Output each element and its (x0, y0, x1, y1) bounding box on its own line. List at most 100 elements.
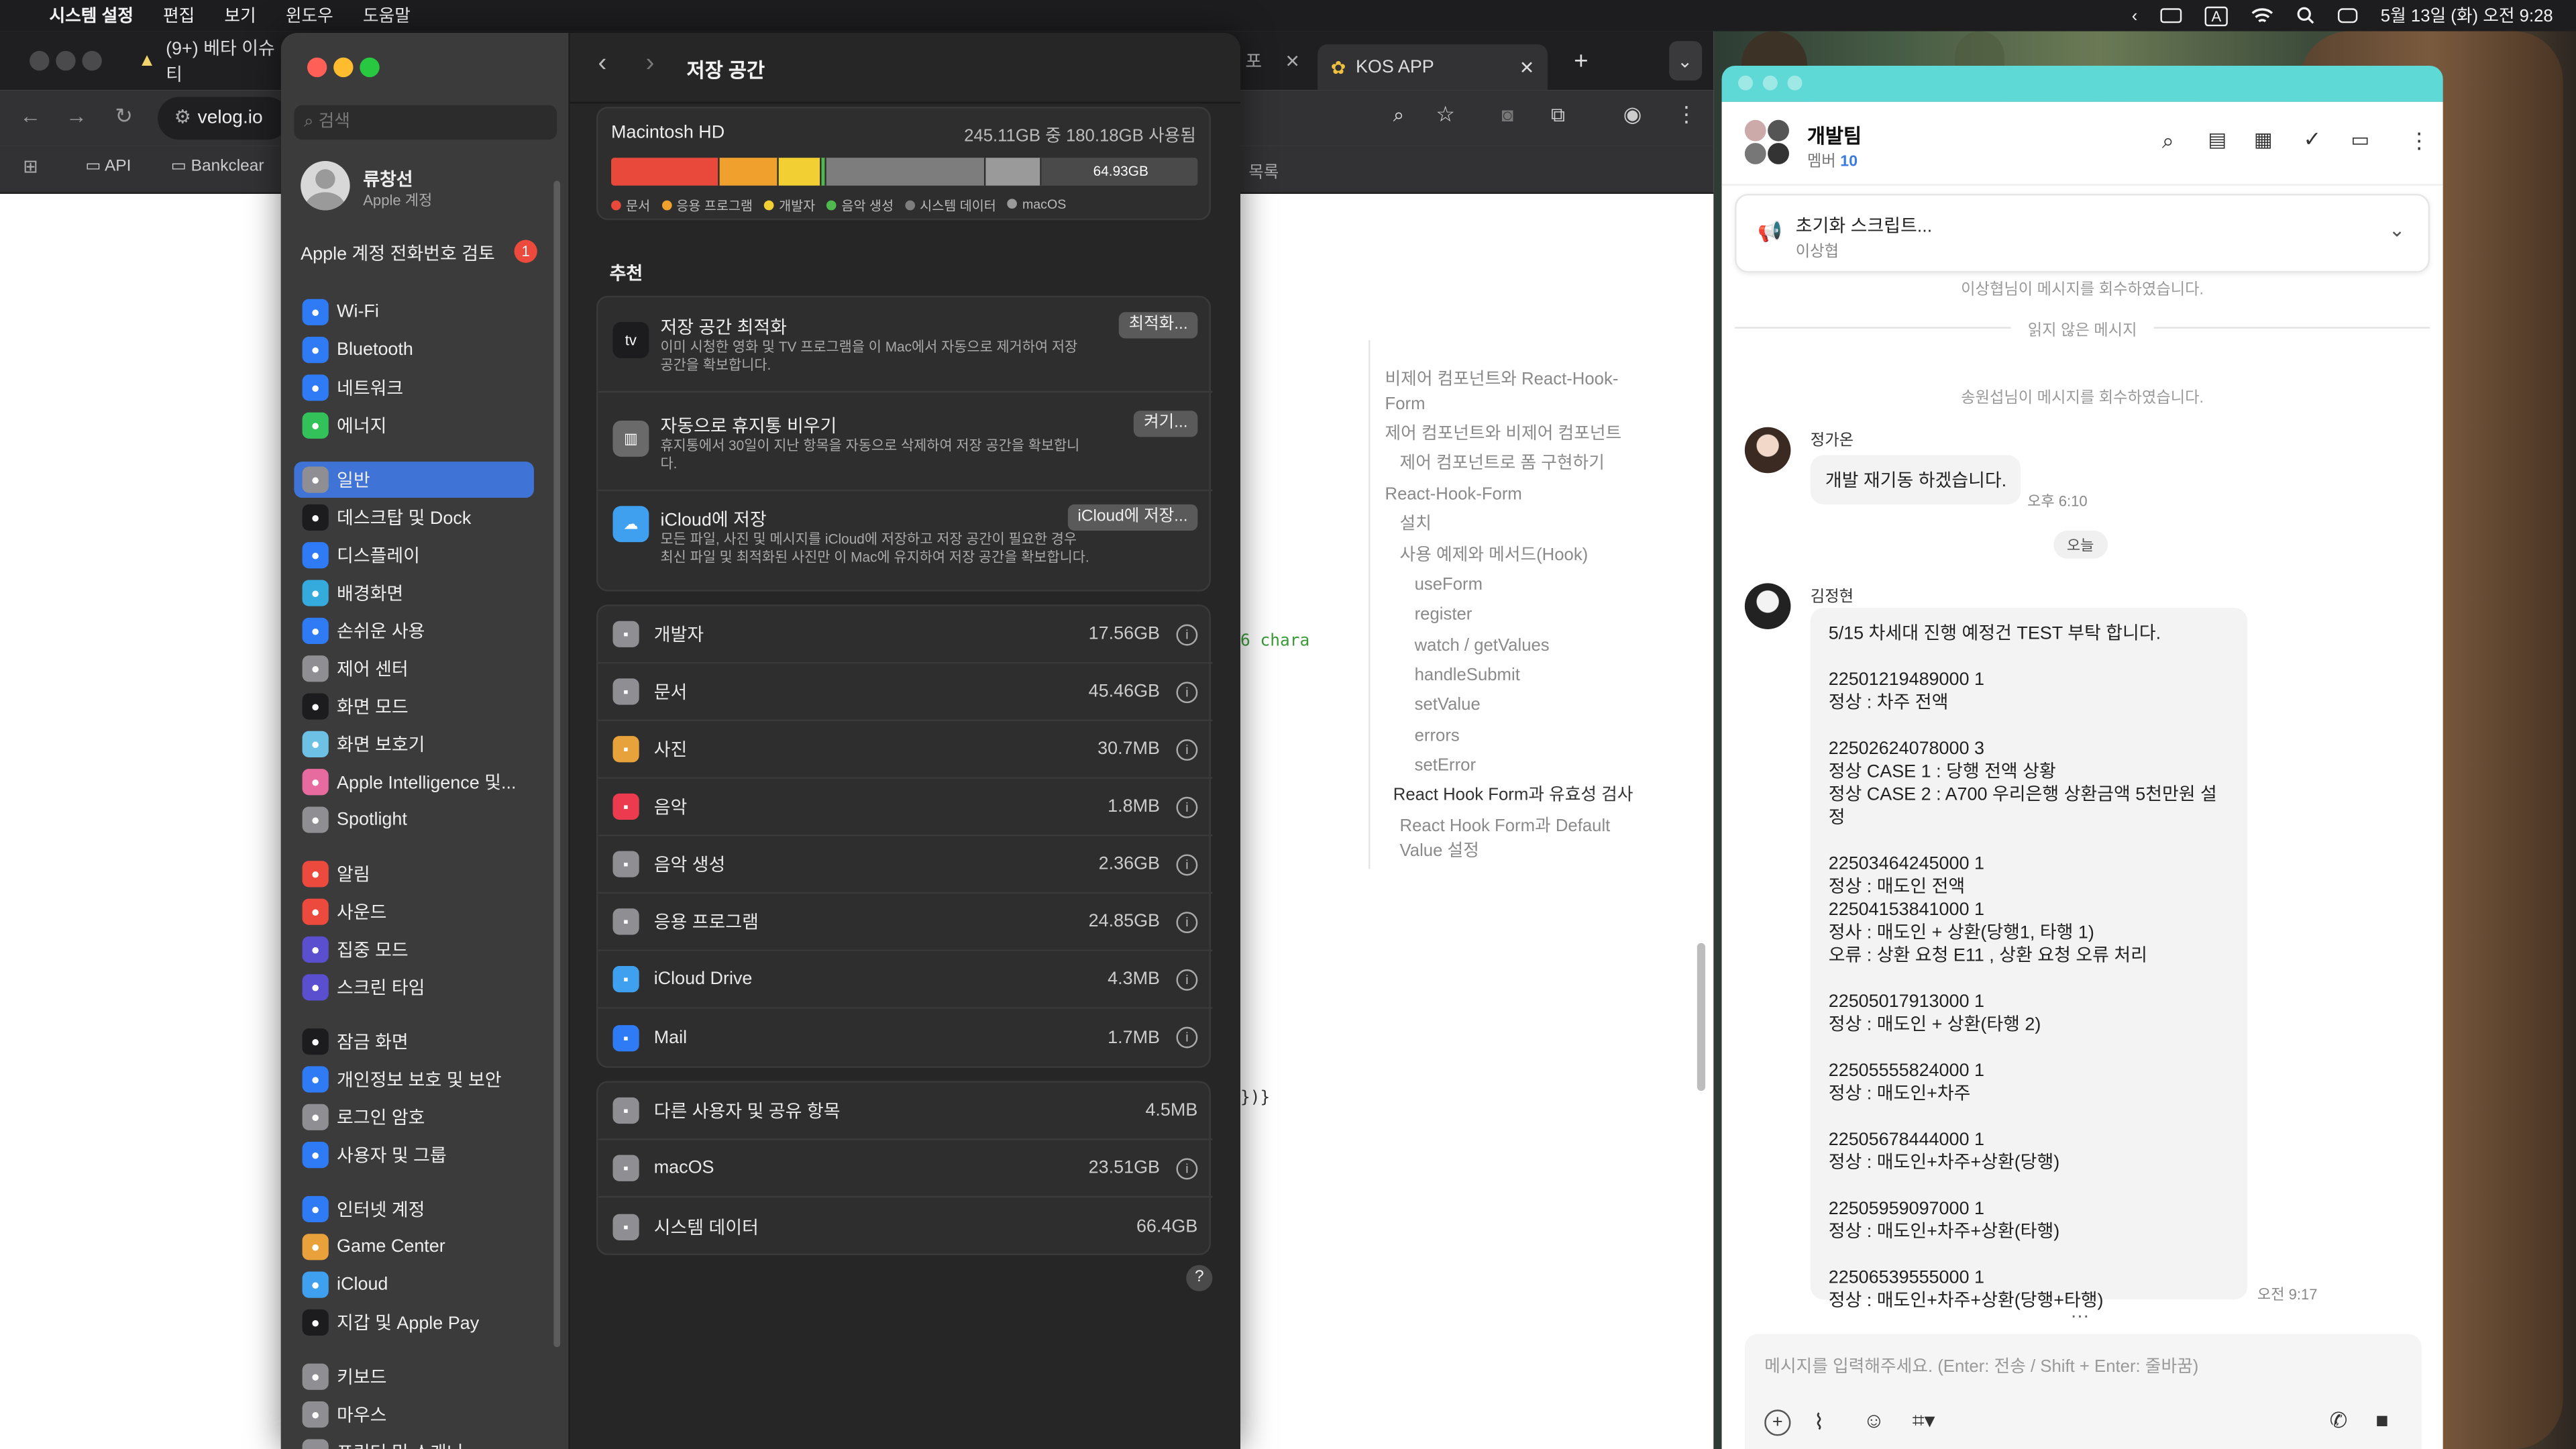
sidebar-scrollbar[interactable] (553, 180, 561, 1348)
account-row[interactable]: 류창선 Apple 계정 (297, 158, 560, 213)
more-menu-icon[interactable]: ⋮ (1676, 102, 1697, 128)
sidebar-item[interactable]: ● Bluetooth (294, 332, 534, 368)
sidebar-item[interactable]: ● 집중 모드 (294, 932, 534, 968)
scrollbar[interactable] (1697, 943, 1706, 1091)
search-icon[interactable]: ⌕ (2162, 128, 2174, 154)
avatar[interactable] (1744, 583, 1791, 629)
address-bar[interactable]: ⚙ velog.io (158, 97, 290, 140)
camera-icon[interactable]: ◙ (1501, 103, 1513, 126)
input-mode-indicator[interactable]: A (2204, 5, 2229, 25)
profile-icon[interactable]: ◉ (1623, 102, 1642, 128)
toc-link[interactable]: 제어 컴포넌트와 비제어 컴포넌트 (1385, 422, 1622, 447)
sidebar-item[interactable]: ● 로그인 암호 (294, 1099, 534, 1135)
info-icon[interactable]: i (1176, 1157, 1198, 1179)
sidebar-item[interactable]: ● 일반 (294, 462, 534, 498)
bookmark-api[interactable]: ▭ API (85, 158, 131, 176)
message-bubble[interactable]: 개발 재기동 하겠습니다. (1810, 455, 2022, 504)
toc-link[interactable]: 제어 컴포넌트로 폼 구현하기 (1400, 451, 1605, 476)
storage-category-row[interactable]: ▪ 문서 45.46GB i (598, 663, 1213, 722)
bookmark-bankclear[interactable]: ▭ Bankclear (171, 158, 264, 176)
toc-link[interactable]: Form (1385, 392, 1426, 417)
info-icon[interactable]: i (1176, 1026, 1198, 1049)
close-icon[interactable]: ✕ (1285, 50, 1300, 71)
message-author[interactable]: 정가온 (1811, 427, 1854, 450)
notice-banner[interactable]: 📢 초기화 스크립트... 이상협 ⌄ (1735, 193, 2430, 273)
sidebar-item[interactable]: ● 제어 센터 (294, 651, 534, 687)
storage-category-row[interactable]: ▪ 사진 30.7MB i (598, 721, 1213, 779)
info-icon[interactable]: i (1176, 910, 1198, 932)
storage-category-row[interactable]: ▪ 음악 1.8MB i (598, 779, 1213, 837)
storage-category-row[interactable]: ▪ Mail 1.7MB i (598, 1009, 1212, 1067)
browser-tab-kos[interactable]: ✿ KOS APP ✕ (1318, 44, 1548, 91)
storage-category-row[interactable]: ▪ iCloud Drive 4.3MB i (598, 951, 1213, 1009)
paperclip-icon[interactable]: ⌇ (1814, 1409, 1825, 1436)
sidebar-item[interactable]: ● Apple Intelligence 및... (294, 764, 534, 800)
close-icon[interactable]: ✕ (1519, 56, 1535, 78)
search-field[interactable]: ⌕ 검색 (294, 105, 557, 140)
calendar-icon[interactable]: ▦ (2254, 128, 2273, 151)
toc-link[interactable]: React-Hook-Form (1385, 483, 1522, 508)
recommendation-button[interactable]: 최적화... (1118, 312, 1198, 339)
toc-link[interactable]: React Hook Form과 유효성 검사 (1393, 784, 1633, 808)
sidebar-item[interactable]: ● 화면 보호기 (294, 726, 534, 762)
sidebar-item[interactable]: ● Game Center (294, 1229, 534, 1265)
sidebar-item[interactable]: ● 키보드 (294, 1358, 534, 1395)
task-check-icon[interactable]: ✓ (2303, 127, 2321, 153)
toc-link[interactable]: handleSubmit (1415, 663, 1520, 688)
sidebar-item[interactable]: ● 프린터 및 스캐너 (294, 1434, 534, 1449)
recommendation-button[interactable]: 켜기... (1134, 411, 1198, 437)
sidebar-item[interactable]: ● 지갑 및 Apple Pay (294, 1305, 534, 1341)
menu-help[interactable]: 도움말 (363, 3, 411, 28)
plus-icon[interactable]: + (1764, 1409, 1791, 1436)
info-icon[interactable]: i (1176, 853, 1198, 875)
video-icon[interactable]: ■ (2375, 1408, 2388, 1433)
extensions-icon[interactable]: ⧉ (1551, 103, 1565, 128)
zoom-window-button[interactable] (360, 57, 380, 78)
member-count[interactable]: 멤버 10 (1807, 148, 1858, 171)
back-icon[interactable]: ← (19, 103, 41, 128)
menu-datetime[interactable]: 5월 13일 (화) 오전 9:28 (2381, 3, 2553, 28)
notes-icon[interactable]: ▤ (2208, 128, 2226, 151)
message-bubble[interactable]: 5/15 차세대 진행 예정건 TEST 부탁 합니다. 225012194890… (1810, 608, 2248, 1311)
apps-grid-icon[interactable]: ⊞ (23, 156, 38, 177)
sidebar-item[interactable]: ● 사운드 (294, 894, 534, 930)
avatar[interactable] (1744, 427, 1791, 474)
sidebar-item[interactable]: ● Spotlight (294, 802, 534, 838)
new-tab-button[interactable]: + (1561, 41, 1588, 80)
sidebar-item[interactable]: ● 에너지 (294, 407, 534, 443)
storage-category-row[interactable]: ▪ 응용 프로그램 24.85GB i (598, 894, 1213, 951)
sidebar-item[interactable]: ● 손쉬운 사용 (294, 612, 534, 649)
toc-link[interactable]: 비제어 컴포넌트와 React-Hook- (1385, 368, 1619, 393)
more-vertical-icon[interactable]: ⋮ (2408, 128, 2430, 154)
sidebar-item[interactable]: ● 데스크탑 및 Dock (294, 499, 534, 535)
emoji-icon[interactable]: ☺ (1863, 1408, 1885, 1433)
recommendation-button[interactable]: iCloud에 저장... (1067, 504, 1198, 531)
menu-app-name[interactable]: 시스템 설정 (49, 3, 133, 28)
sidebar-item[interactable]: ● 마우스 (294, 1397, 534, 1433)
forward-icon[interactable]: → (66, 103, 87, 128)
sidebar-item[interactable]: ● 잠금 화면 (294, 1024, 534, 1060)
tab-search-button[interactable]: ⌄ (1669, 41, 1703, 81)
message-input[interactable]: 메시지를 입력해주세요. (Enter: 전송 / Shift + Enter:… (1764, 1354, 2198, 1379)
sidebar-item[interactable]: ● Wi-Fi (294, 294, 534, 330)
folder-icon[interactable]: ▭ (2351, 128, 2370, 151)
more-messages-icon[interactable]: … (2070, 1299, 2090, 1322)
close-window-button[interactable] (307, 57, 327, 78)
chevron-down-icon[interactable]: ⌄ (2389, 219, 2406, 241)
storage-category-row[interactable]: ▪ 시스템 데이터 66.4GB (598, 1197, 1212, 1255)
info-icon[interactable]: i (1176, 796, 1198, 818)
browser-tab-partial[interactable]: 포 ✕ (1232, 41, 1300, 80)
sidebar-item[interactable]: ● 사용자 및 그룹 (294, 1137, 534, 1173)
phone-review-item[interactable]: Apple 계정 전화번호 검토 1 (301, 239, 547, 266)
reload-icon[interactable]: ↻ (115, 103, 133, 129)
toc-link[interactable]: Value 설정 (1400, 839, 1479, 864)
toc-link[interactable]: errors (1415, 724, 1460, 749)
site-info-icon[interactable]: ⚙ (174, 109, 191, 128)
keyboard-icon[interactable] (2160, 8, 2182, 23)
toc-link[interactable]: watch / getValues (1415, 634, 1550, 659)
menu-view[interactable]: 보기 (224, 3, 256, 28)
phone-icon[interactable]: ✆ (2330, 1408, 2348, 1434)
storage-category-row[interactable]: ▪ macOS 23.51GB i (598, 1140, 1213, 1198)
sidebar-item[interactable]: ● 네트워크 (294, 370, 534, 406)
toc-link[interactable]: setValue (1415, 693, 1481, 718)
